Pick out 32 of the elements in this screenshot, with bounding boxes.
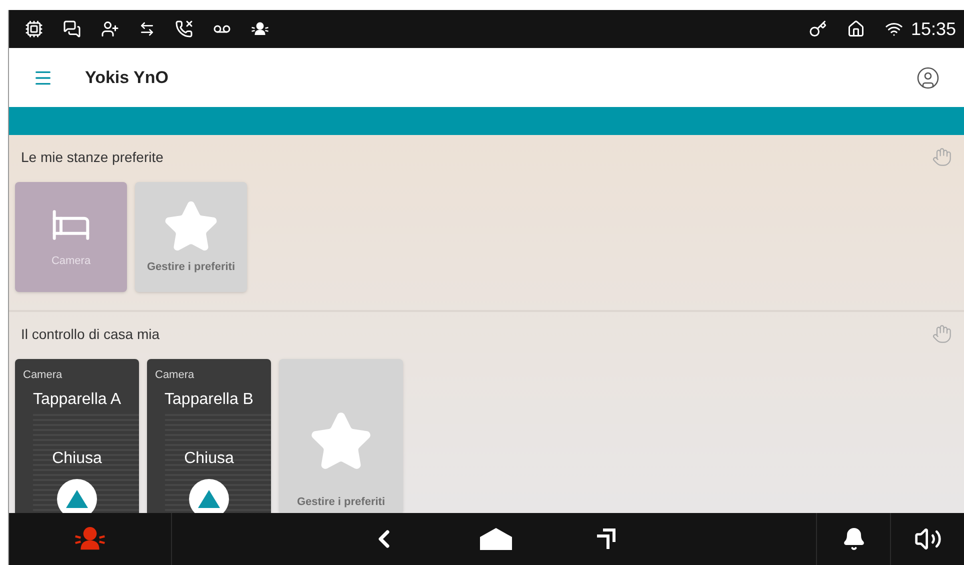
- add-user-icon: [101, 20, 119, 38]
- section-title: Il controllo di casa mia: [21, 324, 161, 344]
- up-triangle-icon: [65, 488, 89, 508]
- room-tile[interactable]: Camera: [15, 182, 127, 292]
- app-title: Yokis YnO: [85, 66, 170, 89]
- room-label: Camera: [51, 254, 91, 269]
- manage-favorites-label: Gestire i preferiti: [146, 260, 236, 275]
- chat-icon: [63, 20, 81, 38]
- missed-call-icon: [175, 20, 193, 38]
- shutter-tile[interactable]: Camera Tapparella A Chiusa: [15, 359, 139, 513]
- home-icon: [846, 20, 865, 38]
- device-state: Chiusa: [52, 448, 102, 468]
- room-name: Camera: [22, 368, 62, 383]
- recent-apps-icon[interactable]: [594, 527, 618, 551]
- device-name: Tapparella B: [164, 390, 254, 410]
- room-name: Camera: [154, 368, 194, 383]
- device-name: Tapparella A: [32, 390, 122, 410]
- section-title: Le mie stanze preferite: [21, 148, 164, 167]
- bell-icon[interactable]: [842, 527, 866, 551]
- alarm-icon: [251, 20, 269, 38]
- up-triangle-icon: [197, 488, 221, 508]
- clock-time: 15:35: [910, 18, 956, 40]
- shutter-tile[interactable]: Camera Tapparella B Chiusa: [147, 359, 271, 513]
- device-state: Chiusa: [184, 448, 234, 468]
- home-shape-icon[interactable]: [478, 527, 514, 551]
- manage-favorites-tile[interactable]: Gestire i preferiti: [135, 182, 247, 292]
- transfer-icon: [139, 21, 155, 37]
- account-button[interactable]: [916, 66, 940, 90]
- manage-favorites-label: Gestire i preferiti: [296, 494, 386, 510]
- wifi-icon: [884, 20, 903, 38]
- manage-favorites-tile[interactable]: Gestire i preferiti: [279, 359, 403, 513]
- key-icon: [808, 20, 827, 38]
